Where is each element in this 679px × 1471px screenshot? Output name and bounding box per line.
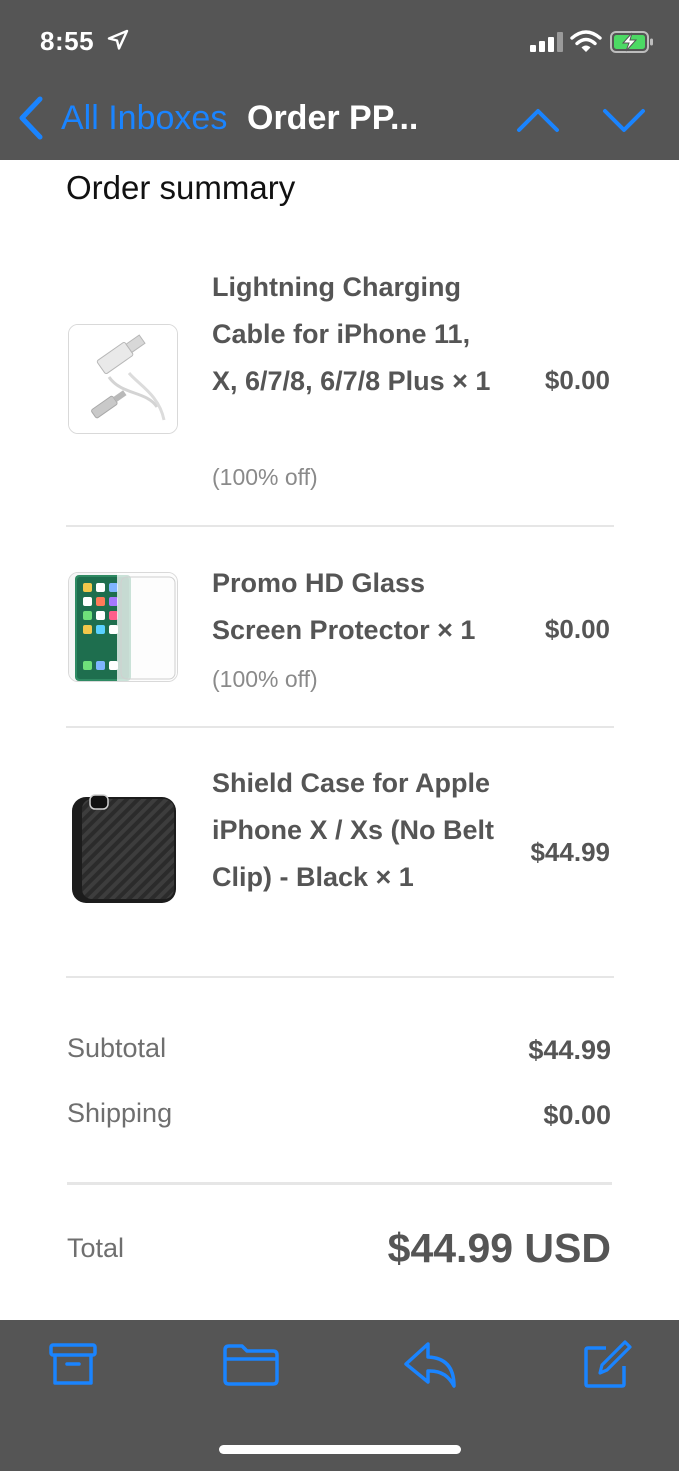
item-price: $0.00 — [544, 614, 610, 644]
archive-icon[interactable] — [48, 1340, 98, 1393]
divider — [66, 976, 614, 978]
lightning-cable-image — [68, 324, 178, 434]
wifi-icon — [570, 30, 602, 59]
cellular-signal-icon — [530, 32, 564, 57]
home-indicator — [219, 1445, 461, 1454]
chevron-left-icon[interactable] — [16, 96, 46, 145]
divider — [66, 525, 614, 527]
item-price: $44.99 — [530, 837, 610, 867]
item-name: Promo HD Glass Screen Protector × 1 — [212, 568, 476, 645]
item-name: Lightning Charging Cable for iPhone 11, … — [212, 272, 491, 396]
page-title: Order PP... — [247, 99, 419, 137]
screen-protector-image — [68, 572, 178, 682]
section-title: Order summary — [66, 169, 296, 206]
shipping-value: $0.00 — [543, 1100, 611, 1130]
divider — [67, 1182, 612, 1185]
total-label: Total — [67, 1233, 125, 1263]
folder-icon[interactable] — [222, 1340, 280, 1393]
location-arrow-icon — [106, 28, 130, 57]
total-value: $44.99 USD — [387, 1225, 611, 1271]
subtotal-label: Subtotal — [67, 1033, 167, 1063]
item-name: Shield Case for Apple iPhone X / Xs (No … — [212, 768, 495, 892]
order-item: Promo HD Glass Screen Protector × 1 (100… — [66, 560, 614, 700]
item-discount: (100% off) — [212, 464, 318, 490]
status-time: 8:55 — [40, 26, 95, 56]
item-discount: (100% off) — [212, 666, 318, 692]
subtotal-value: $44.99 — [528, 1035, 611, 1065]
order-item: Shield Case for Apple iPhone X / Xs (No … — [66, 760, 614, 950]
phone-case-image — [68, 793, 178, 903]
reply-icon[interactable] — [402, 1340, 458, 1393]
order-item: Lightning Charging Cable for iPhone 11, … — [66, 264, 614, 504]
compose-icon[interactable] — [582, 1340, 632, 1395]
battery-charging-icon — [610, 30, 654, 59]
chevron-up-icon[interactable] — [516, 106, 560, 139]
shipping-label: Shipping — [67, 1098, 173, 1128]
chevron-down-icon[interactable] — [602, 106, 646, 139]
divider — [66, 726, 614, 728]
back-button-all-inboxes[interactable]: All Inboxes — [61, 96, 227, 140]
item-price: $0.00 — [544, 365, 610, 395]
